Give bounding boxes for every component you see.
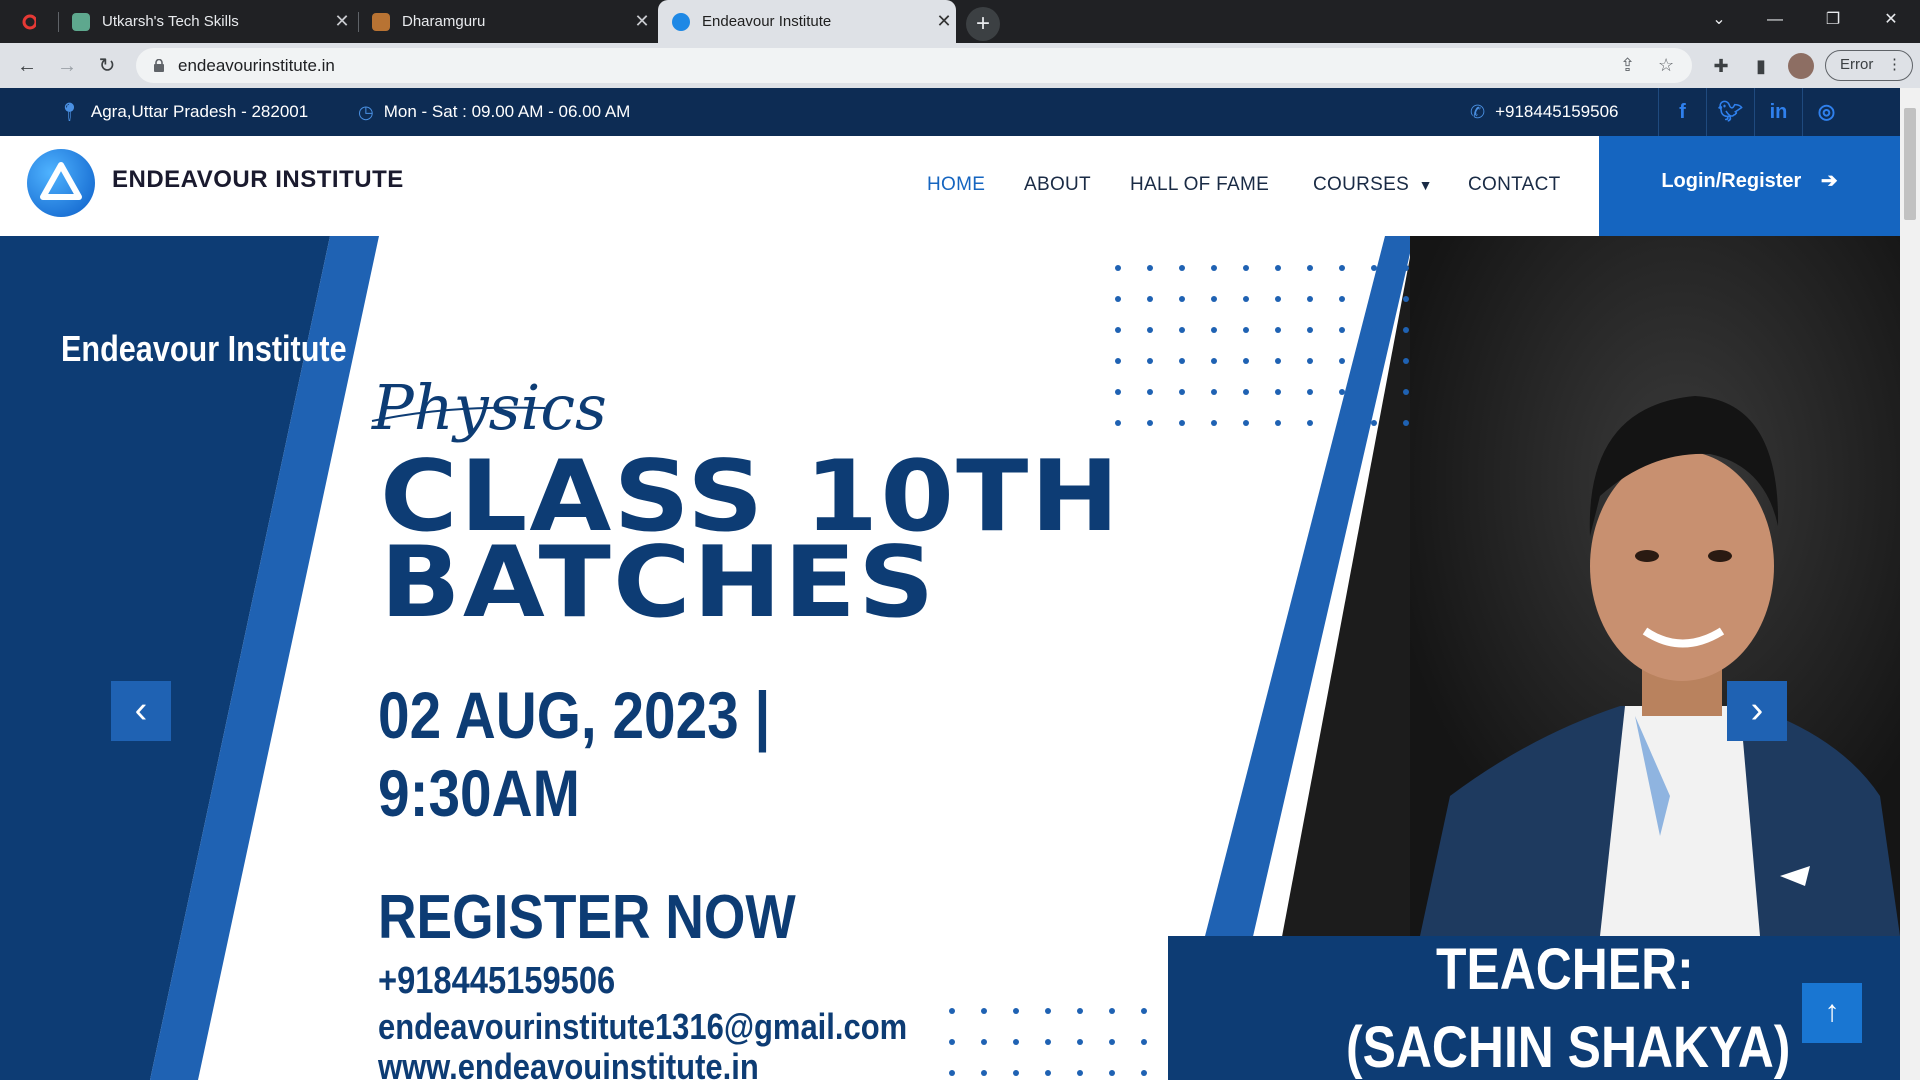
top-info-bar: 📍︎ Agra,Uttar Pradesh - 282001 ◷ Mon - S… <box>0 88 1900 136</box>
triangle-logo-icon <box>40 162 82 200</box>
close-tab-icon[interactable]: ✕ <box>330 11 354 32</box>
hours-text: Mon - Sat : 09.00 AM - 06.00 AM <box>383 102 631 121</box>
opera-logo-icon <box>22 14 36 29</box>
phone-icon: ✆ <box>1470 102 1486 122</box>
chevron-down-icon: ▼ <box>1418 177 1433 193</box>
nav-home[interactable]: HOME <box>927 174 985 196</box>
share-icon[interactable]: ⇪ <box>1620 48 1635 83</box>
hero-date-line1: 02 AUG, 2023 | <box>378 678 771 752</box>
tab-utkarsh[interactable]: Utkarsh's Tech Skills ✕ <box>72 0 354 43</box>
opera-icon[interactable] <box>22 0 36 43</box>
address-bar[interactable]: endeavourinstitute.in ⇪ ☆ <box>136 48 1692 83</box>
address-text: Agra,Uttar Pradesh - 282001 <box>90 102 309 121</box>
back-to-top-button[interactable]: ↑ <box>1802 983 1862 1043</box>
tab-title: Dharamguru <box>402 13 486 30</box>
teacher-name: (SACHIN SHAKYA) <box>1346 1015 1791 1080</box>
reload-button[interactable]: ↻ <box>92 51 122 81</box>
close-tab-icon[interactable]: ✕ <box>630 11 654 32</box>
chevron-right-icon: › <box>1750 689 1764 731</box>
carousel-prev-button[interactable]: ‹ <box>111 681 171 741</box>
page-scrollbar[interactable] <box>1900 88 1920 1080</box>
twitter-icon[interactable]: 🐦︎ <box>1706 88 1754 136</box>
site-header: ENDEAVOUR INSTITUTE HOME ABOUT HALL OF F… <box>0 136 1900 236</box>
teacher-label: TEACHER: <box>1436 937 1694 1002</box>
teacher-portrait <box>1410 236 1900 936</box>
extensions-icon[interactable]: ✚ <box>1708 53 1734 79</box>
web-page: 📍︎ Agra,Uttar Pradesh - 282001 ◷ Mon - S… <box>0 88 1900 1080</box>
close-tab-icon[interactable]: ✕ <box>932 11 956 32</box>
side-panel-icon[interactable]: ▮ <box>1748 53 1774 79</box>
minimize-button[interactable]: — <box>1748 0 1802 40</box>
hero-institute-name: Endeavour Institute <box>61 328 347 369</box>
hero-subject: Physics <box>372 371 607 444</box>
error-button[interactable]: Error ⋮ <box>1825 50 1913 81</box>
hero-carousel: Endeavour Institute Physics CLASS 10TH B… <box>0 236 1900 1080</box>
tab-endeavour[interactable]: Endeavour Institute ✕ <box>658 0 956 43</box>
hours-item: ◷ Mon - Sat : 09.00 AM - 06.00 AM <box>358 88 630 136</box>
arrow-right-icon: ➔ <box>1820 170 1838 192</box>
hero-website: www.endeavouinstitute.in <box>378 1046 759 1080</box>
restore-button[interactable]: ❐ <box>1806 0 1860 40</box>
facebook-icon[interactable]: f <box>1658 88 1706 136</box>
location-pin-icon: 📍︎ <box>58 102 81 122</box>
back-button[interactable]: ← <box>12 51 42 81</box>
hero-register-now: REGISTER NOW <box>378 883 796 952</box>
browser-toolbar: ← → ↻ endeavourinstitute.in ⇪ ☆ ✚ ▮ Erro… <box>0 43 1920 88</box>
linkedin-icon[interactable]: in <box>1754 88 1802 136</box>
phone-text: +918445159506 <box>1495 102 1619 121</box>
profile-avatar[interactable] <box>1788 53 1814 79</box>
login-register-label: Login/Register <box>1661 170 1802 192</box>
instagram-icon[interactable]: ◎ <box>1802 88 1850 136</box>
tab-title: Endeavour Institute <box>702 13 832 30</box>
clock-icon: ◷ <box>358 102 374 122</box>
tab-favicon-icon <box>672 12 690 31</box>
chevron-left-icon: ‹ <box>134 689 148 731</box>
tab-search-icon[interactable]: ⌄ <box>1692 0 1746 40</box>
login-register-button[interactable]: Login/Register ➔ <box>1599 136 1900 236</box>
menu-dots-icon: ⋮ <box>1887 56 1902 73</box>
tab-favicon-icon <box>372 12 390 31</box>
forward-button[interactable]: → <box>52 51 82 81</box>
bookmark-star-icon[interactable]: ☆ <box>1658 48 1674 83</box>
scrollbar-thumb[interactable] <box>1904 108 1916 220</box>
new-tab-button[interactable]: + <box>966 7 1000 41</box>
arrow-up-icon: ↑ <box>1824 995 1840 1028</box>
nav-courses-label: COURSES <box>1313 174 1410 195</box>
hero-title: CLASS 10TH BATCHES <box>380 448 1121 632</box>
nav-contact[interactable]: CONTACT <box>1468 174 1561 196</box>
carousel-next-button[interactable]: › <box>1727 681 1787 741</box>
tab-favicon-icon <box>72 12 90 31</box>
error-label: Error <box>1840 56 1874 73</box>
browser-tab-strip: Utkarsh's Tech Skills ✕ Dharamguru ✕ End… <box>0 0 1920 43</box>
address-item: 📍︎ Agra,Uttar Pradesh - 282001 <box>58 88 308 136</box>
hero-date-line2: 9:30AM <box>378 756 580 830</box>
hero-email: endeavourinstitute1316@gmail.com <box>378 1006 908 1047</box>
tab-title: Utkarsh's Tech Skills <box>102 13 239 30</box>
url-text: endeavourinstitute.in <box>178 56 335 75</box>
tab-dharamguru[interactable]: Dharamguru ✕ <box>372 0 654 43</box>
hero-date: 02 AUG, 2023 | 9:30AM <box>378 676 770 832</box>
nav-courses[interactable]: COURSES ▼ <box>1313 174 1433 196</box>
nav-about[interactable]: ABOUT <box>1024 174 1091 196</box>
nav-hall-of-fame[interactable]: HALL OF FAME <box>1130 174 1269 196</box>
teacher-photo <box>1410 236 1900 936</box>
lock-icon <box>154 59 164 72</box>
institute-logo[interactable] <box>27 149 95 217</box>
phone-item[interactable]: ✆ +918445159506 <box>1470 88 1618 136</box>
close-window-button[interactable]: ✕ <box>1864 0 1918 40</box>
hero-phone: +918445159506 <box>378 960 616 1002</box>
brand-name[interactable]: ENDEAVOUR INSTITUTE <box>112 166 404 194</box>
